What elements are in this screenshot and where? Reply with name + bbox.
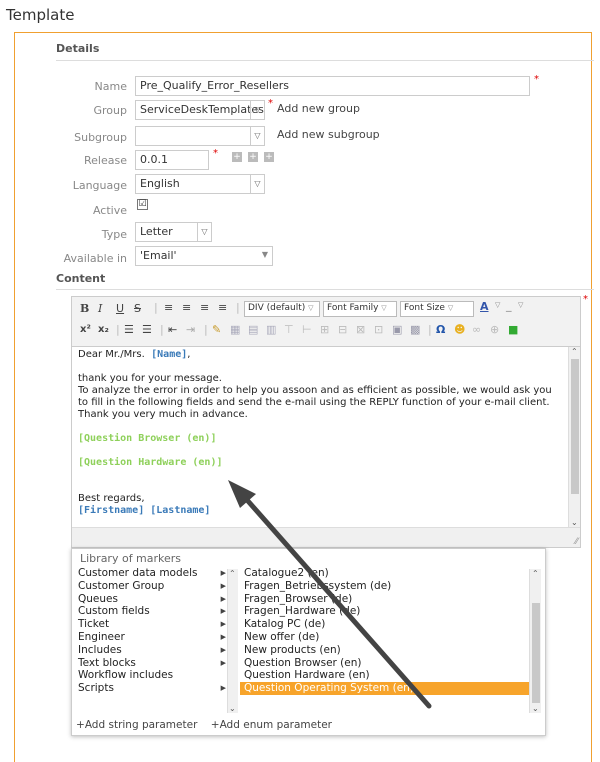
annotation-arrow <box>228 480 432 709</box>
